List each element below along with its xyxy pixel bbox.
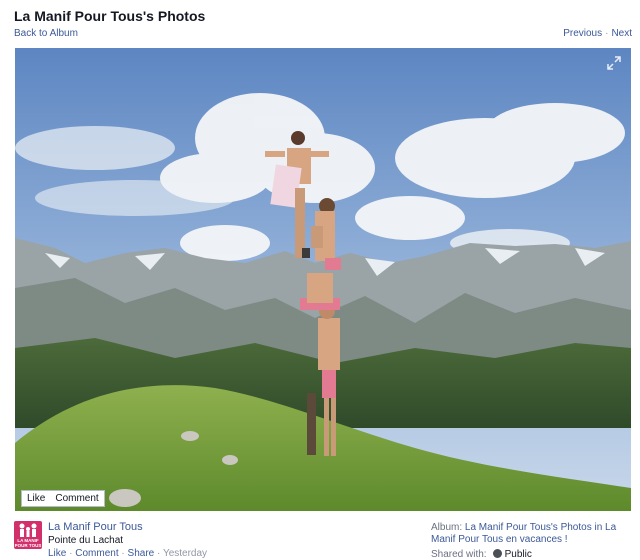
photo-like-button[interactable]: Like (27, 493, 45, 504)
avatar-logo-text: LA MANIF POUR TOUS (14, 538, 42, 548)
page-avatar[interactable]: LA MANIF POUR TOUS (14, 521, 42, 549)
family-logo-icon (19, 523, 37, 537)
expand-icon[interactable] (607, 56, 621, 70)
photo-pagination: Previous · Next (563, 28, 632, 39)
album-info: Album: La Manif Pour Tous's Photos in La… (431, 522, 631, 546)
owner-name-link[interactable]: La Manif Pour Tous (48, 521, 143, 533)
action-separator: · (69, 548, 73, 559)
photo-viewer[interactable] (15, 48, 631, 511)
shared-prefix: Shared with: (431, 549, 487, 560)
comment-link[interactable]: Comment (75, 548, 118, 559)
privacy-info: Shared with: Public (431, 549, 532, 560)
photo-like-comment-bar: Like Comment (21, 490, 105, 507)
next-link[interactable]: Next (611, 28, 632, 39)
album-prefix: Album: (431, 522, 463, 533)
mountain-photo (15, 48, 631, 511)
location-text: Pointe du Lachat (48, 535, 124, 546)
like-link[interactable]: Like (48, 548, 66, 559)
timestamp[interactable]: Yesterday (163, 548, 207, 559)
page-title: La Manif Pour Tous's Photos (14, 8, 206, 24)
globe-icon (492, 549, 502, 558)
post-actions: Like · Comment · Share · Yesterday (48, 548, 207, 559)
action-separator: · (157, 548, 161, 559)
share-link[interactable]: Share (128, 548, 155, 559)
action-separator: · (121, 548, 125, 559)
privacy-value[interactable]: Public (505, 549, 532, 560)
pagination-separator: · (605, 28, 609, 39)
back-to-album-link[interactable]: Back to Album (14, 28, 78, 39)
previous-link[interactable]: Previous (563, 28, 602, 39)
photo-comment-button[interactable]: Comment (55, 493, 98, 504)
